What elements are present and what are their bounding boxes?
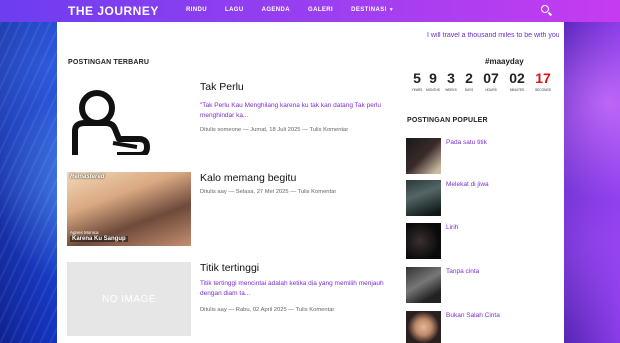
nav-item-destinasi-label: DESTINASI xyxy=(351,7,387,13)
popular-item[interactable]: Melekat di jiwa xyxy=(406,180,556,220)
popular-title[interactable]: Bukan Salah Cinta xyxy=(446,312,500,319)
nav-item-galeri[interactable]: GALERI xyxy=(308,7,333,13)
album-title: Karena Ku Sangup xyxy=(70,236,128,242)
popular-item[interactable]: Tanpa cinta xyxy=(406,267,556,307)
popular-item[interactable]: Pada satu titik xyxy=(406,138,556,178)
popular-thumbnail xyxy=(406,311,441,343)
post-thumbnail[interactable]: NO IMAGE xyxy=(67,262,191,336)
nav-item-destinasi[interactable]: DESTINASI ▼ xyxy=(351,7,394,13)
countdown-seconds: 17 SECONDS xyxy=(535,70,551,92)
recent-posts-heading: POSTINGAN TERBARU xyxy=(68,59,150,66)
album-artist: Agnes Monica xyxy=(70,230,99,235)
post-meta: Ditulis aay — Rabu, 02 April 2025 — Tuli… xyxy=(200,307,335,313)
post-meta: Ditulis aay — Selasa, 27 Mei 2025 — Tuli… xyxy=(200,189,337,195)
nav-item-lagu[interactable]: LAGU xyxy=(225,7,244,13)
popular-thumbnail xyxy=(406,180,441,216)
countdown-weeks: 3 WEEKS xyxy=(445,70,457,92)
popular-thumbnail xyxy=(406,138,441,174)
post-excerpt: Titik tertinggi mencintai adalah ketika … xyxy=(200,280,384,297)
site-logo[interactable]: THE JOURNEY xyxy=(68,4,159,18)
main-content: I will travel a thousand miles to be wit… xyxy=(57,22,564,343)
ticker-marquee: I will travel a thousand miles to be wit… xyxy=(427,32,559,39)
post-thumbnail[interactable]: Remastered Agnes Monica Karena Ku Sangup xyxy=(67,172,191,246)
post-meta: Ditulis someone — Jumat, 18 Juli 2025 — … xyxy=(200,127,349,133)
countdown-timer: 5 YEARS 9 MONTHS 3 WEEKS 2 DAYS 07 HOURS 02 MI… xyxy=(410,70,560,92)
popular-title[interactable]: Lirih xyxy=(446,224,458,231)
post-title[interactable]: Titik tertinggi xyxy=(200,262,259,274)
main-nav: RINDU LAGU AGENDA GALERI DESTINASI ▼ xyxy=(186,7,412,13)
album-cover-image: Remastered Agnes Monica Karena Ku Sangup xyxy=(67,172,191,246)
album-brand: Remastered xyxy=(70,174,105,180)
post-thumbnail[interactable] xyxy=(67,81,191,155)
countdown-months: 9 MONTHS xyxy=(426,70,440,92)
top-navbar: THE JOURNEY RINDU LAGU AGENDA GALERI DES… xyxy=(0,0,620,22)
post-title[interactable]: Kalo memang begitu xyxy=(200,172,296,184)
nav-item-rindu[interactable]: RINDU xyxy=(186,7,207,13)
popular-title[interactable]: Melekat di jiwa xyxy=(446,181,489,188)
popular-thumbnail xyxy=(406,223,441,259)
nav-item-agenda[interactable]: AGENDA xyxy=(262,7,290,13)
popular-title[interactable]: Pada satu titik xyxy=(446,139,487,146)
countdown-years: 5 YEARS xyxy=(411,70,423,92)
countdown-minutes: 02 MINUTES xyxy=(509,70,525,92)
post-title[interactable]: Tak Perlu xyxy=(200,81,244,93)
popular-item[interactable]: Lirih xyxy=(406,223,556,263)
background-rays xyxy=(0,22,60,343)
popular-posts-heading: POSTINGAN POPULER xyxy=(407,117,488,124)
popular-item[interactable]: Bukan Salah Cinta xyxy=(406,311,556,343)
countdown-days: 2 DAYS xyxy=(464,70,474,92)
no-image-placeholder: NO IMAGE xyxy=(67,262,191,336)
caret-down-icon: ▼ xyxy=(388,7,395,13)
countdown-title: #maayday xyxy=(485,57,524,66)
person-icon xyxy=(72,90,150,155)
countdown-hours: 07 HOURS xyxy=(483,70,499,92)
popular-thumbnail xyxy=(406,267,441,303)
popular-title[interactable]: Tanpa cinta xyxy=(446,268,479,275)
search-icon[interactable] xyxy=(541,5,553,17)
post-excerpt: "Tak Perlu Kau Menghilang karena ku tak … xyxy=(200,102,382,119)
